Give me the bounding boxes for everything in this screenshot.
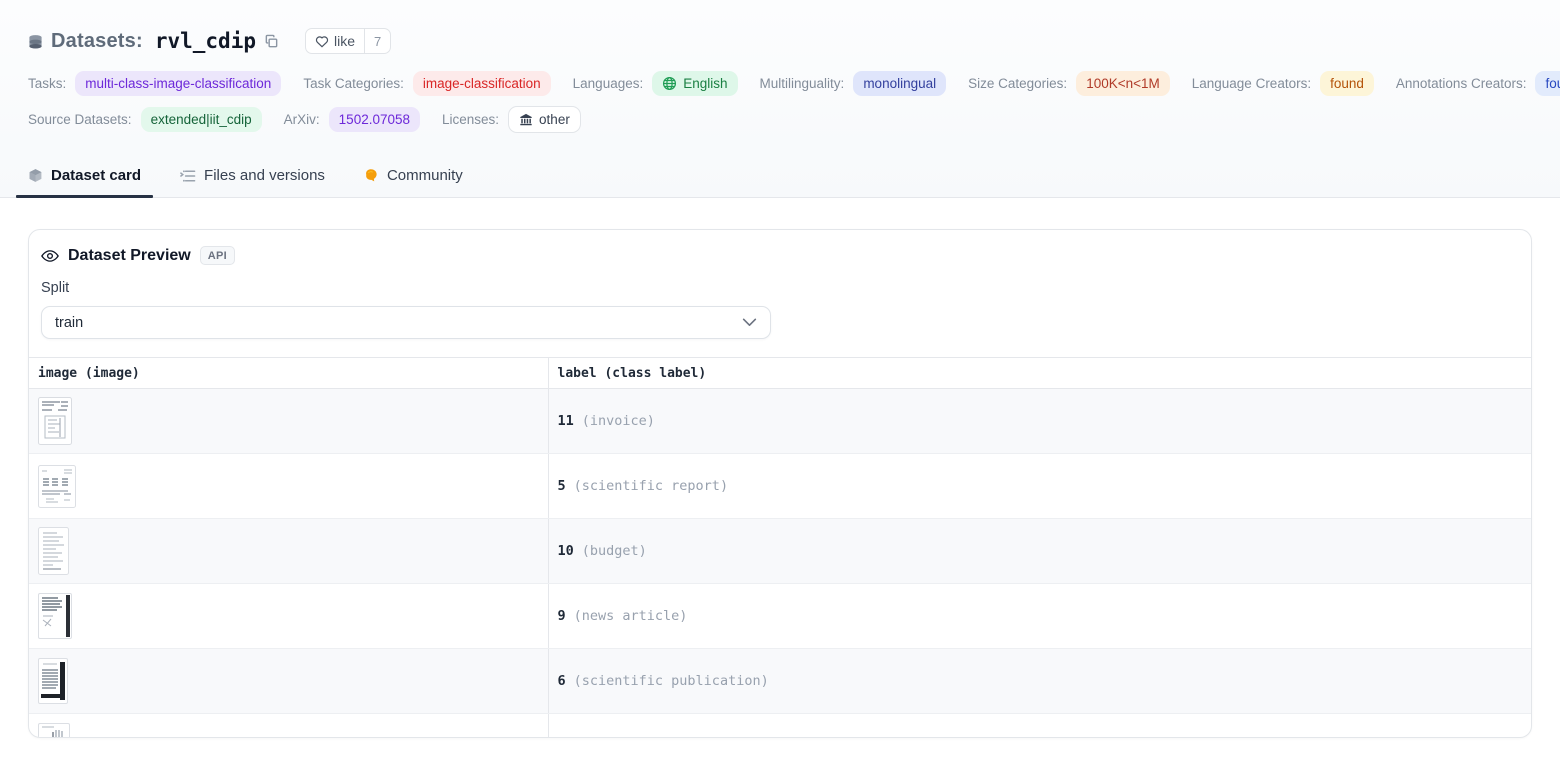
license-icon xyxy=(519,113,533,127)
label-number: 9 xyxy=(558,608,566,624)
like-button[interactable]: like 7 xyxy=(305,28,391,54)
tag-group-licenses: Licenses: other xyxy=(442,106,581,133)
community-icon xyxy=(363,168,379,183)
tab-community[interactable]: Community xyxy=(351,157,475,197)
tag-pill-annotations-creators[interactable]: found xyxy=(1535,71,1560,96)
tag-group-size-categories: Size Categories: 100K<n<1M xyxy=(968,71,1170,96)
document-thumbnail xyxy=(38,658,68,704)
dataset-icon xyxy=(28,34,43,50)
tab-files-and-versions[interactable]: Files and versions xyxy=(167,157,337,197)
split-select[interactable]: train xyxy=(41,306,771,339)
column-header-image: image (image) xyxy=(29,358,548,389)
page-header: Datasets: rvl_cdip like 7 Tasks: multi-c… xyxy=(0,0,1560,198)
title-row: Datasets: rvl_cdip like 7 xyxy=(28,26,1532,56)
label-number: 11 xyxy=(558,413,574,429)
label-class: (invoice) xyxy=(582,413,655,429)
page-kind-label: Datasets: xyxy=(51,30,143,53)
tag-pill-source-dataset[interactable]: extended|iit_cdip xyxy=(141,107,262,132)
main-content: Dataset Preview API Split train image (i… xyxy=(0,198,1560,738)
document-thumbnail xyxy=(38,465,76,508)
tag-pill-license[interactable]: other xyxy=(508,106,581,133)
label-class: (scientific publication) xyxy=(574,673,769,689)
like-count: 7 xyxy=(364,29,390,53)
tag-group-multilinguality: Multilinguality: monolingual xyxy=(760,71,947,96)
tag-group-arxiv: ArXiv: 1502.07058 xyxy=(284,107,420,132)
table-row: 6 (scientific publication) xyxy=(29,649,1531,714)
document-thumbnail xyxy=(38,593,72,639)
tab-dataset-card[interactable]: Dataset card xyxy=(16,157,153,197)
table-row: 5 (scientific report) xyxy=(29,454,1531,519)
label-class: (scientific report) xyxy=(574,478,728,494)
label-number: 6 xyxy=(558,673,566,689)
copy-icon[interactable] xyxy=(264,34,279,49)
tag-group-task-categories: Task Categories: image-classification xyxy=(303,71,550,96)
preview-header: Dataset Preview API xyxy=(29,230,1531,265)
label-class: (budget) xyxy=(582,543,647,559)
table-row: 11 (invoice) xyxy=(29,389,1531,454)
tag-pill-multilinguality[interactable]: monolingual xyxy=(853,71,946,96)
tag-pill-size-category[interactable]: 100K<n<1M xyxy=(1076,71,1170,96)
document-thumbnail xyxy=(38,723,70,738)
table-row xyxy=(29,714,1531,739)
tags-row-2: Source Datasets: extended|iit_cdip ArXiv… xyxy=(28,106,1532,133)
dataset-card-icon xyxy=(28,168,43,183)
files-versions-icon xyxy=(179,169,196,183)
preview-table: image (image) label (class label) xyxy=(29,357,1531,738)
tab-bar: Dataset card Files and versions Communit… xyxy=(28,157,1532,197)
like-label: like xyxy=(334,33,355,49)
tags-row-1: Tasks: multi-class-image-classification … xyxy=(28,71,1532,96)
label-class: (news article) xyxy=(574,608,688,624)
tag-group-tasks: Tasks: multi-class-image-classification xyxy=(28,71,281,96)
dataset-title: rvl_cdip xyxy=(155,29,256,53)
tag-pill-task[interactable]: multi-class-image-classification xyxy=(75,71,281,96)
table-row: 10 (budget) xyxy=(29,519,1531,584)
preview-title: Dataset Preview xyxy=(68,247,191,265)
eye-icon xyxy=(41,249,59,263)
heart-icon xyxy=(315,35,329,48)
tag-pill-language[interactable]: English xyxy=(652,71,737,96)
api-badge[interactable]: API xyxy=(200,246,235,265)
split-select-value: train xyxy=(55,315,83,331)
tag-group-languages: Languages: English xyxy=(573,71,738,96)
document-thumbnail xyxy=(38,397,72,445)
dataset-preview-card: Dataset Preview API Split train image (i… xyxy=(28,229,1532,738)
label-number: 5 xyxy=(558,478,566,494)
tag-pill-arxiv[interactable]: 1502.07058 xyxy=(329,107,420,132)
column-header-label: label (class label) xyxy=(548,358,1531,389)
document-thumbnail xyxy=(38,527,69,575)
table-header-row: image (image) label (class label) xyxy=(29,358,1531,389)
tag-group-source-datasets: Source Datasets: extended|iit_cdip xyxy=(28,107,262,132)
label-number: 10 xyxy=(558,543,574,559)
split-label: Split xyxy=(29,265,1531,296)
tag-group-language-creators: Language Creators: found xyxy=(1192,71,1374,96)
tag-pill-task-category[interactable]: image-classification xyxy=(413,71,551,96)
table-row: 9 (news article) xyxy=(29,584,1531,649)
globe-icon xyxy=(662,76,677,91)
tag-pill-language-creators[interactable]: found xyxy=(1320,71,1374,96)
chevron-down-icon xyxy=(742,318,757,327)
tag-group-annotations-creators: Annotations Creators: found xyxy=(1396,71,1560,96)
